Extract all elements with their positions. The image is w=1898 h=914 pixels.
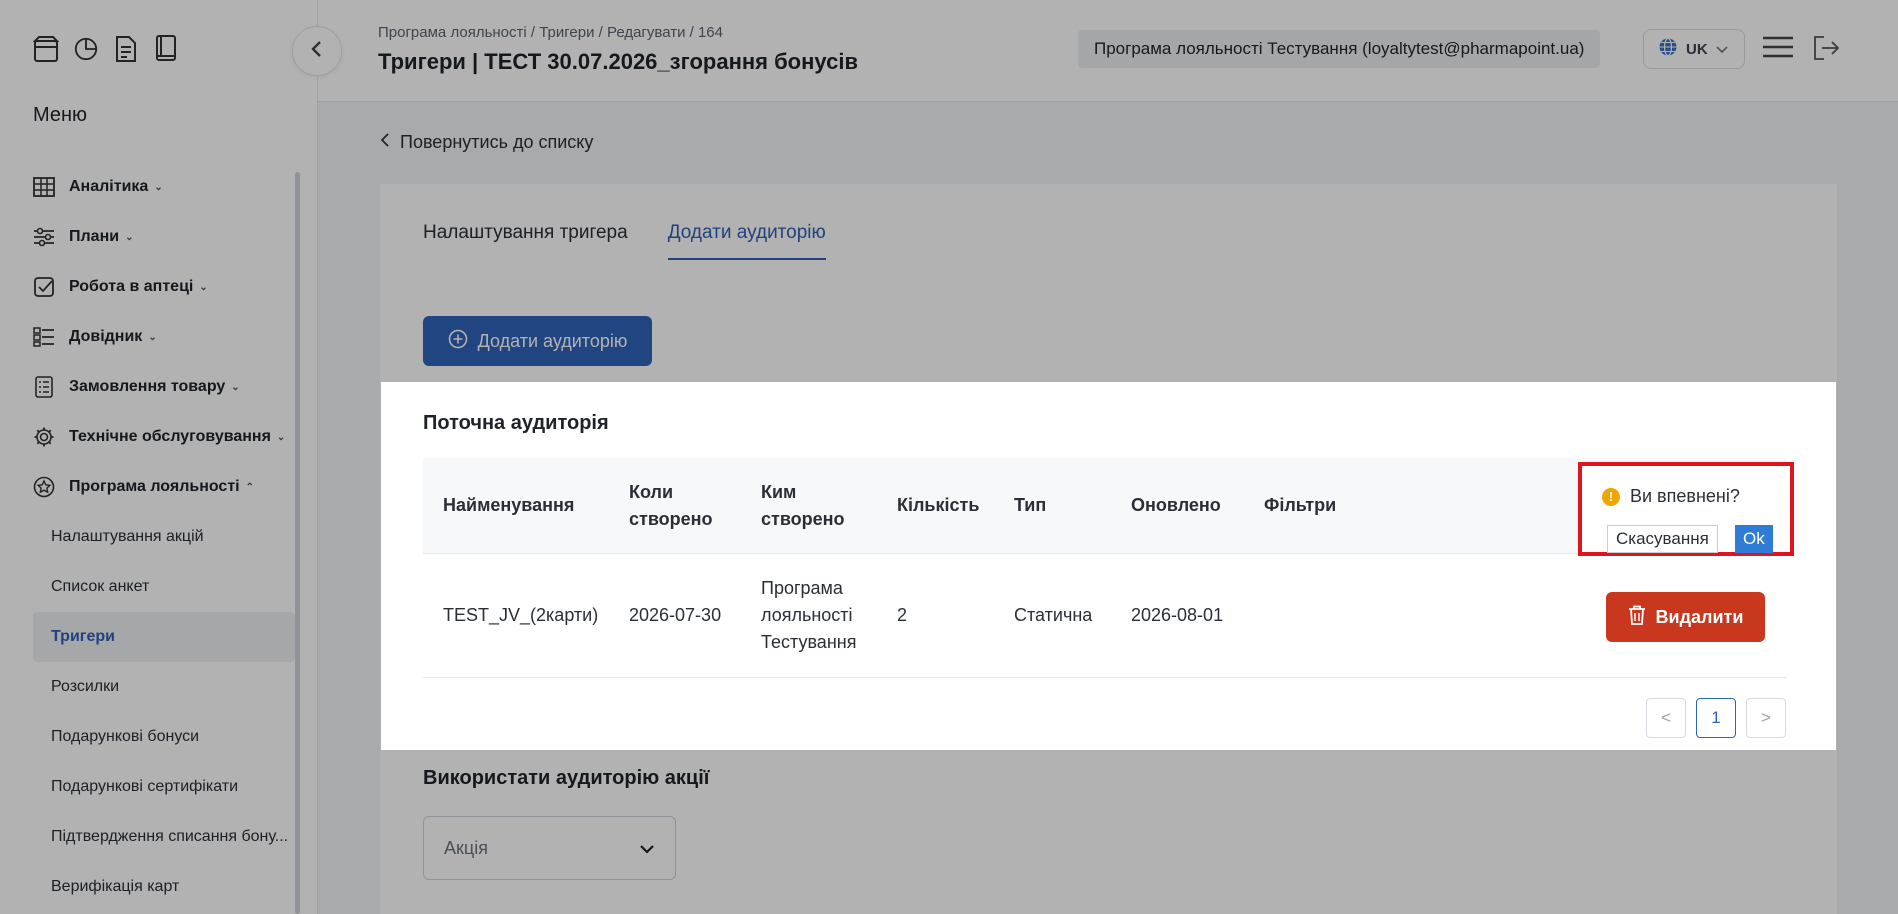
column-header-type: Тип (1014, 495, 1047, 515)
column-header-filters: Фільтри (1264, 495, 1337, 515)
pagination-next-button[interactable]: > (1746, 698, 1786, 738)
cell-count: 2 (897, 605, 908, 625)
popconfirm-message: ! Ви впевнені? (1602, 486, 1740, 507)
cell-updated: 2026-08-01 (1131, 605, 1224, 625)
pagination: < 1 > (1646, 698, 1786, 738)
column-header-created-at: Коли створено (629, 481, 713, 529)
cell-name: TEST_JV_(2карти) (443, 605, 599, 625)
warning-icon: ! (1602, 487, 1620, 506)
delete-popconfirm: ! Ви впевнені? Скасування Ok (1578, 462, 1794, 556)
pagination-page-button[interactable]: 1 (1696, 698, 1736, 738)
column-header-created-by: Ким створено (761, 481, 845, 529)
current-audience-title: Поточна аудиторія (423, 412, 609, 434)
cell-type: Статична (1014, 605, 1093, 625)
trash-icon (1628, 605, 1646, 630)
cell-created-by: Програма лояльності Тестування (761, 578, 857, 652)
table-row: TEST_JV_(2карти) 2026-07-30 Програма лоя… (423, 554, 1787, 678)
cell-created-at: 2026-07-30 (629, 605, 722, 625)
column-header-name: Найменування (443, 495, 575, 515)
delete-button-label: Видалити (1655, 606, 1744, 627)
column-header-updated: Оновлено (1131, 495, 1221, 515)
popconfirm-ok-button[interactable]: Ok (1735, 525, 1773, 553)
current-audience-panel: Поточна аудиторія Найменування Коли ство… (381, 382, 1836, 750)
pagination-prev-button[interactable]: < (1646, 698, 1686, 738)
popconfirm-cancel-button[interactable]: Скасування (1607, 525, 1718, 553)
popconfirm-text: Ви впевнені? (1630, 486, 1740, 506)
column-header-count: Кількість (897, 495, 980, 515)
delete-button[interactable]: Видалити (1606, 592, 1765, 642)
